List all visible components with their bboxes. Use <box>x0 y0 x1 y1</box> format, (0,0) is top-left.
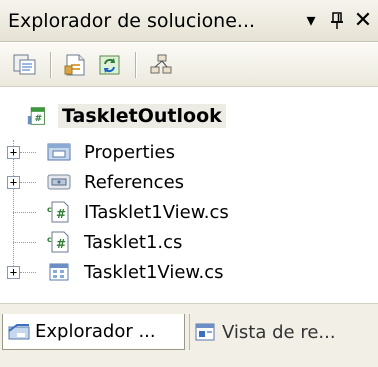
triangle-down-icon: ▾ <box>306 10 316 31</box>
tree-item-label: Properties <box>84 141 175 163</box>
show-all-files-button[interactable] <box>10 50 40 80</box>
svg-text:#: # <box>56 237 66 251</box>
tree-item-properties[interactable]: Properties <box>46 137 175 167</box>
tab-class-view[interactable]: Vista de re... <box>189 314 375 350</box>
window-title: Explorador de solucione... <box>8 9 256 32</box>
svg-text:#: # <box>56 207 66 221</box>
csharp-project-icon: # <box>27 107 45 125</box>
svg-text:#: # <box>35 113 43 124</box>
tree-root-project[interactable]: # TaskletOutlook <box>26 101 226 131</box>
form-file-icon <box>49 263 69 281</box>
tree-guide-line <box>13 242 36 243</box>
expand-button[interactable]: + <box>7 266 20 279</box>
tool-window-tab-strip: Explorador ... Vista de re... <box>0 303 378 367</box>
references-folder-icon <box>47 174 71 190</box>
solution-explorer-icon <box>8 323 30 339</box>
view-class-diagram-icon <box>150 54 172 73</box>
expand-button[interactable]: + <box>7 146 20 159</box>
csharp-file-icon: c # <box>47 231 69 253</box>
svg-text:c: c <box>47 205 52 214</box>
svg-text:c: c <box>47 235 52 244</box>
tree-item-label: Tasklet1.cs <box>84 231 183 253</box>
tab-label: Explorador ... <box>35 321 156 342</box>
class-view-icon <box>195 323 215 341</box>
tree-guide-line <box>13 212 36 213</box>
solution-tree: # TaskletOutlook + Properties + Referenc… <box>0 88 378 303</box>
tree-guide-line <box>20 272 36 273</box>
window-position-dropdown-button[interactable]: ▾ <box>298 6 324 36</box>
tree-item-label: References <box>84 171 185 193</box>
tree-guide-line <box>20 152 36 153</box>
solution-explorer-toolbar <box>0 43 378 87</box>
tree-item-itasklet1view-cs[interactable]: c # ITasklet1View.cs <box>46 197 229 227</box>
csharp-file-icon: c # <box>47 201 69 223</box>
tab-solution-explorer[interactable]: Explorador ... <box>2 314 185 350</box>
toolbar-separator <box>135 51 136 78</box>
close-icon: ✕ <box>353 8 373 33</box>
close-button[interactable]: ✕ <box>350 6 376 36</box>
tree-item-tasklet1view-cs[interactable]: Tasklet1View.cs <box>46 257 224 287</box>
toolbar-separator <box>50 51 51 78</box>
tree-item-label: Tasklet1View.cs <box>84 261 224 283</box>
refresh-icon <box>99 55 120 74</box>
show-all-files-icon <box>13 54 36 74</box>
refresh-button[interactable] <box>95 50 125 80</box>
properties-button[interactable] <box>61 50 91 80</box>
tree-item-tasklet1-cs[interactable]: c # Tasklet1.cs <box>46 227 182 257</box>
tab-label: Vista de re... <box>222 321 336 343</box>
solution-explorer-title-bar: Explorador de solucione... ▾ ✕ <box>0 0 378 42</box>
expand-button[interactable]: + <box>7 176 20 189</box>
tree-guide-line <box>20 182 36 183</box>
pin-icon <box>331 11 343 29</box>
auto-hide-pin-button[interactable] <box>324 6 350 36</box>
properties-icon <box>64 54 85 75</box>
view-class-diagram-button[interactable] <box>146 50 176 80</box>
tree-guide-line <box>13 140 14 268</box>
tree-item-references[interactable]: References <box>46 167 184 197</box>
tree-root-label: TaskletOutlook <box>58 104 226 128</box>
tree-item-label: ITasklet1View.cs <box>84 201 229 223</box>
properties-folder-icon <box>47 143 71 161</box>
